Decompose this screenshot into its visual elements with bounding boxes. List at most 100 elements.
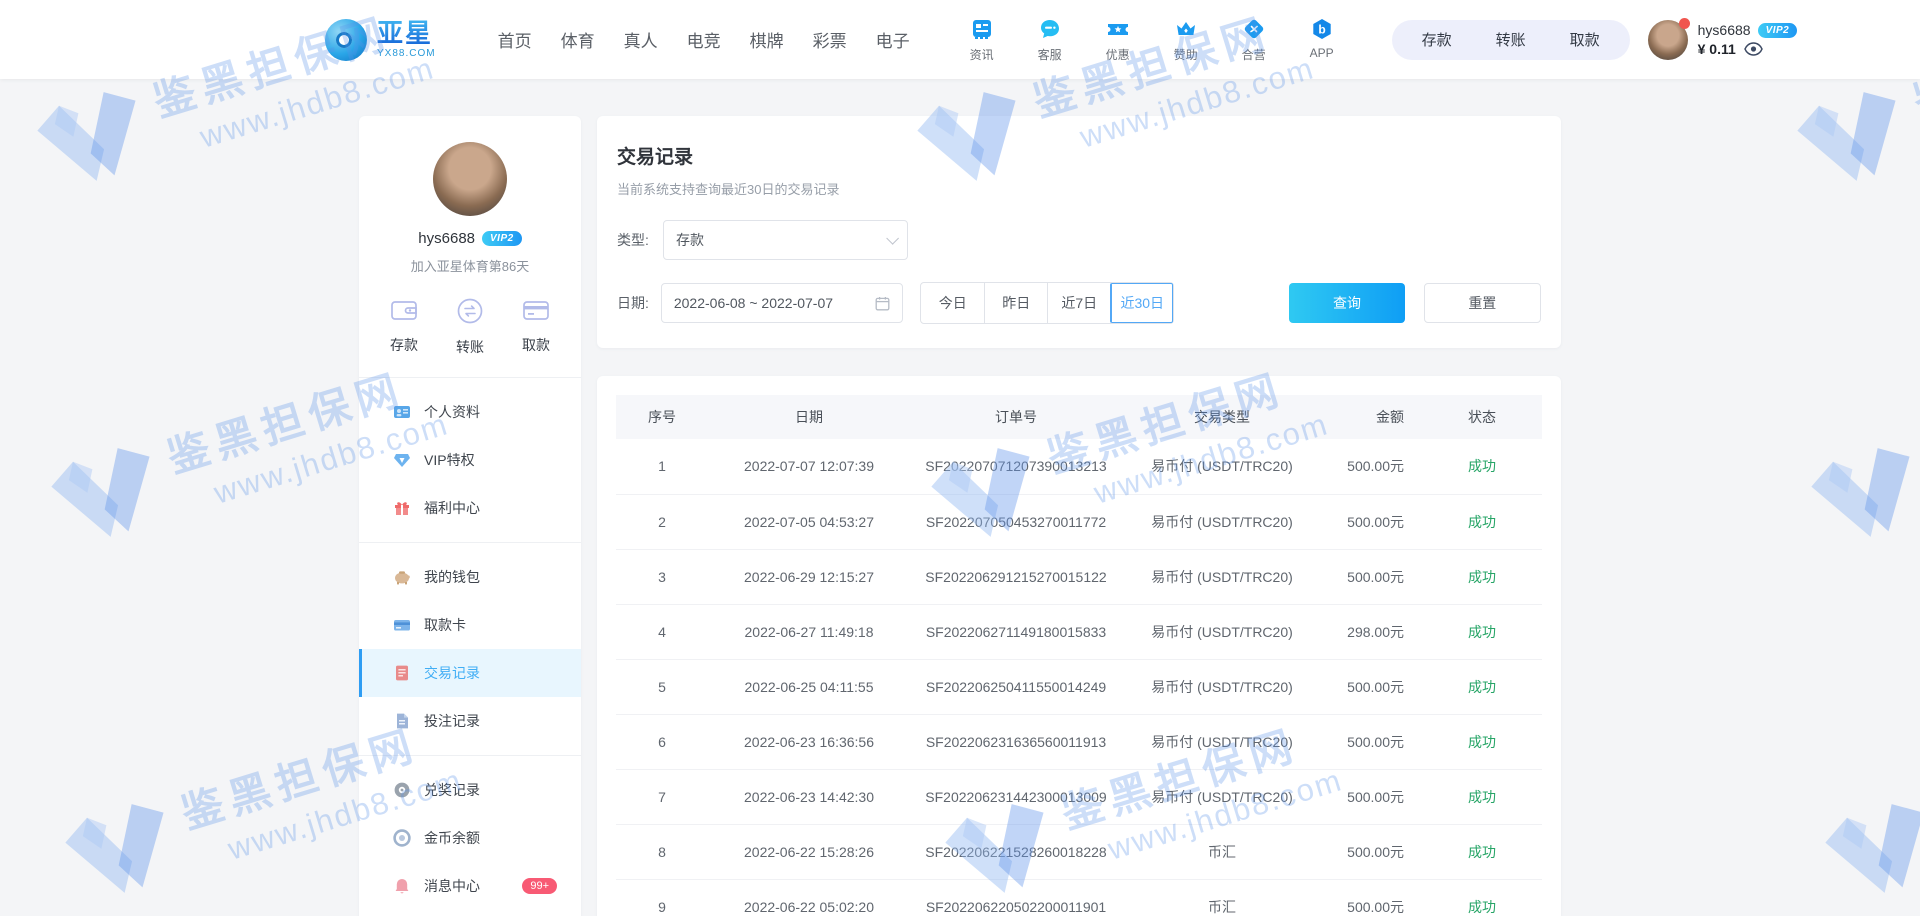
table-row: 5 2022-06-25 04:11:55 SF2022062504115500… — [616, 659, 1542, 714]
type-select-value: 存款 — [676, 230, 704, 250]
piggy-icon — [393, 568, 411, 586]
sidebar-item-my-wallet[interactable]: 我的钱包 — [359, 553, 581, 601]
cell-index: 2 — [616, 494, 708, 549]
bet-record-icon — [393, 712, 411, 730]
service-icon — [1037, 16, 1063, 42]
username[interactable]: hys6688 — [1698, 22, 1751, 38]
nav-esports[interactable]: 电竞 — [687, 27, 721, 52]
cell-status: 成功 — [1422, 494, 1542, 549]
nav-lottery[interactable]: 彩票 — [813, 27, 847, 52]
cell-status: 成功 — [1422, 769, 1542, 824]
cell-index: 9 — [616, 879, 708, 916]
query-button[interactable]: 查询 — [1289, 283, 1404, 323]
news-link[interactable]: 资讯 — [960, 16, 1004, 63]
range-30days-button[interactable]: 近30日 — [1110, 283, 1173, 323]
logo-title: 亚星 — [377, 20, 436, 46]
cell-order-no: SF202206220502200011901 — [910, 879, 1122, 916]
service-label: 客服 — [1038, 46, 1062, 63]
avatar[interactable] — [1648, 20, 1688, 60]
sponsor-link[interactable]: 赞助 — [1164, 16, 1208, 63]
app-link[interactable]: b APP — [1300, 16, 1344, 63]
sidebar-item-welfare[interactable]: 福利中心 — [359, 484, 581, 532]
menu-label: 我的钱包 — [424, 567, 480, 587]
table-row: 6 2022-06-23 16:36:56 SF2022062316365600… — [616, 714, 1542, 769]
cell-type: 易币付 (USDT/TRC20) — [1122, 604, 1322, 659]
eye-icon[interactable] — [1744, 42, 1763, 56]
date-range-value: 2022-06-08 ~ 2022-07-07 — [674, 295, 833, 311]
partner-link[interactable]: 合营 — [1232, 16, 1276, 63]
col-status: 状态 — [1422, 395, 1542, 439]
cell-status: 成功 — [1422, 604, 1542, 659]
message-count-badge: 99+ — [522, 878, 557, 894]
deposit-link[interactable]: 存款 — [1400, 29, 1474, 50]
app-icon: b — [1309, 16, 1335, 42]
table-row: 8 2022-06-22 15:28:26 SF2022062215282600… — [616, 824, 1542, 879]
sidebar-item-withdraw-card[interactable]: 取款卡 — [359, 601, 581, 649]
range-7days-button[interactable]: 近7日 — [1047, 283, 1110, 323]
vip-badge: VIP2 — [1758, 23, 1798, 38]
cell-amount: 500.00元 — [1322, 769, 1422, 824]
sidebar-withdraw-label: 取款 — [522, 335, 550, 355]
logo-subtitle: YX88.COM — [377, 49, 436, 59]
site-logo[interactable]: 亚星 YX88.COM — [325, 19, 436, 61]
withdraw-link[interactable]: 取款 — [1548, 29, 1622, 50]
range-yesterday-button[interactable]: 昨日 — [984, 283, 1047, 323]
sidebar-withdraw-button[interactable]: 取款 — [521, 297, 551, 357]
wallet-icon — [389, 297, 419, 328]
sidebar-item-vip[interactable]: VIP特权 — [359, 436, 581, 484]
partner-icon — [1241, 16, 1267, 42]
cell-date: 2022-07-05 04:53:27 — [708, 494, 910, 549]
sidebar-username: hys6688 — [418, 230, 475, 247]
sidebar-quick-actions: 存款 转账 取款 — [359, 275, 581, 377]
transfer-link[interactable]: 转账 — [1474, 29, 1548, 50]
menu-group-wallet: 我的钱包 取款卡 交易记录 投注记录 — [359, 542, 581, 755]
cell-order-no: SF202206231442300013009 — [910, 769, 1122, 824]
reset-button[interactable]: 重置 — [1424, 283, 1541, 323]
sidebar-item-message-center[interactable]: 消息中心 99+ — [359, 862, 581, 910]
partner-label: 合营 — [1242, 46, 1266, 63]
nav-slots[interactable]: 电子 — [876, 27, 910, 52]
sidebar-avatar[interactable] — [433, 142, 507, 216]
bell-icon — [393, 877, 411, 895]
nav-home[interactable]: 首页 — [498, 27, 532, 52]
menu-label: VIP特权 — [424, 450, 475, 470]
nav-chess[interactable]: 棋牌 — [750, 27, 784, 52]
cell-order-no: SF202207071207390013213 — [910, 439, 1122, 494]
cell-date: 2022-06-27 11:49:18 — [708, 604, 910, 659]
cell-type: 易币付 (USDT/TRC20) — [1122, 494, 1322, 549]
balance-amount: ¥ 0.11 — [1698, 41, 1736, 57]
date-label: 日期: — [617, 293, 661, 313]
col-index: 序号 — [616, 395, 708, 439]
col-type: 交易类型 — [1122, 395, 1322, 439]
calendar-icon — [875, 296, 890, 311]
main-nav: 首页 体育 真人 电竞 棋牌 彩票 电子 — [498, 27, 910, 52]
cell-type: 易币付 (USDT/TRC20) — [1122, 714, 1322, 769]
sidebar-item-redeem-records[interactable]: 兑奖记录 — [359, 766, 581, 814]
menu-label: 兑奖记录 — [424, 780, 480, 800]
sidebar-item-transactions[interactable]: 交易记录 — [359, 649, 581, 697]
transfer-icon — [456, 297, 484, 330]
sidebar-item-coin-balance[interactable]: 金币余额 — [359, 814, 581, 862]
date-range-input[interactable]: 2022-06-08 ~ 2022-07-07 — [661, 283, 903, 323]
table-row: 4 2022-06-27 11:49:18 SF2022062711491800… — [616, 604, 1542, 659]
cell-index: 5 — [616, 659, 708, 714]
sidebar-item-profile[interactable]: 个人资料 — [359, 388, 581, 436]
cell-order-no: SF202206221528260018228 — [910, 824, 1122, 879]
redeem-icon — [393, 781, 411, 799]
type-select[interactable]: 存款 — [663, 220, 908, 260]
sidebar-deposit-label: 存款 — [390, 335, 418, 355]
range-today-button[interactable]: 今日 — [921, 283, 984, 323]
nav-sports[interactable]: 体育 — [561, 27, 595, 52]
promo-link[interactable]: 优惠 — [1096, 16, 1140, 63]
service-link[interactable]: 客服 — [1028, 16, 1072, 63]
nav-live[interactable]: 真人 — [624, 27, 658, 52]
user-box: hys6688 VIP2 ¥ 0.11 — [1648, 20, 1798, 60]
cell-type: 币汇 — [1122, 824, 1322, 879]
sidebar-deposit-button[interactable]: 存款 — [389, 297, 419, 357]
table-row: 7 2022-06-23 14:42:30 SF2022062314423000… — [616, 769, 1542, 824]
top-navbar: 亚星 YX88.COM 首页 体育 真人 电竞 棋牌 彩票 电子 资讯 客服 — [0, 0, 1920, 79]
sidebar-transfer-button[interactable]: 转账 — [456, 297, 484, 357]
cell-status: 成功 — [1422, 714, 1542, 769]
menu-label: 投注记录 — [424, 711, 480, 731]
sidebar-item-bet-records[interactable]: 投注记录 — [359, 697, 581, 745]
